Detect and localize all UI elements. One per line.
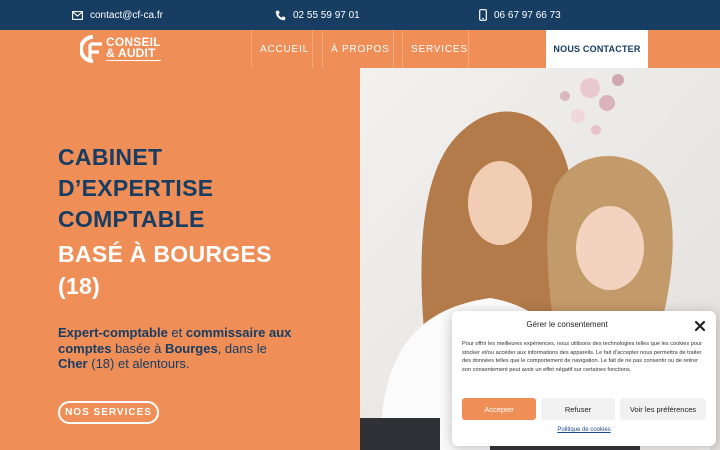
cookie-text: Pour offrir les meilleures expériences, … — [462, 341, 702, 373]
desc-text: , dans le — [217, 340, 267, 356]
hero-subtitle-line: (18) — [58, 273, 101, 299]
desc-text: et — [167, 325, 186, 340]
phone-text: 02 55 59 97 01 — [293, 9, 360, 21]
accept-cookies-button[interactable]: Accepter — [462, 398, 536, 420]
envelope-icon — [72, 10, 83, 20]
hero-title: CABINET D’EXPERTISE COMPTABLE — [58, 142, 213, 235]
logo-mark-icon — [79, 35, 104, 63]
hero-title-line: COMPTABLE — [58, 206, 205, 232]
nav-divider — [312, 30, 313, 68]
hero-title-line: CABINET — [58, 144, 163, 170]
desc-bold: Expert-comptable — [58, 325, 168, 340]
desc-text: basée à — [111, 340, 165, 356]
cookie-title: Gérer le consentement — [526, 320, 608, 329]
hero-description: Expert-comptable et commissaire aux comp… — [58, 325, 298, 372]
logo-line-2: & AUDIT — [106, 47, 161, 61]
nav-divider — [322, 30, 323, 68]
services-button[interactable]: NOS SERVICES — [58, 401, 159, 424]
refuse-cookies-button[interactable]: Refuser — [541, 398, 615, 420]
close-icon[interactable] — [694, 319, 706, 332]
nav-item-services[interactable]: SERVICES — [411, 30, 468, 68]
cookie-policy-link[interactable]: Politique de cookies — [452, 427, 716, 433]
email-text: contact@cf-ca.fr — [90, 9, 163, 21]
contact-cta-button[interactable]: NOUS CONTACTER — [546, 30, 648, 68]
view-preferences-button[interactable]: Voir les préférences — [620, 398, 706, 420]
site-logo[interactable]: CONSEIL & AUDIT — [79, 34, 161, 64]
nav-item-accueil[interactable]: ACCUEIL — [260, 30, 309, 68]
cookie-consent-dialog: Gérer le consentement Pour offrir les me… — [452, 311, 716, 446]
nav-divider — [251, 30, 252, 68]
desc-text: (18) et alentours. — [87, 356, 190, 371]
hero-subtitle-line: BASÉ À BOURGES — [58, 241, 272, 267]
mobile-icon — [479, 9, 487, 21]
desc-bold: Bourges — [164, 340, 218, 356]
nav-item-a-propos[interactable]: À PROPOS — [331, 30, 390, 68]
hero-subtitle: BASÉ À BOURGES (18) — [58, 238, 318, 302]
top-contact-bar: contact@cf-ca.fr 02 55 59 97 01 06 67 97… — [0, 0, 720, 30]
phone-contact[interactable]: 02 55 59 97 01 — [275, 0, 360, 30]
logo-wordmark: CONSEIL & AUDIT — [106, 36, 161, 61]
nav-divider — [393, 30, 394, 68]
main-navigation: CONSEIL & AUDIT ACCUEIL À PROPOS SERVICE… — [0, 30, 720, 68]
mobile-text: 06 67 97 66 73 — [494, 9, 561, 21]
desc-bold: Cher — [58, 356, 88, 371]
phone-icon — [275, 10, 286, 21]
nav-divider — [468, 30, 469, 68]
hero-title-line: D’EXPERTISE — [58, 175, 214, 201]
email-contact[interactable]: contact@cf-ca.fr — [72, 0, 163, 30]
mobile-contact[interactable]: 06 67 97 66 73 — [479, 0, 561, 30]
nav-divider — [402, 30, 403, 68]
